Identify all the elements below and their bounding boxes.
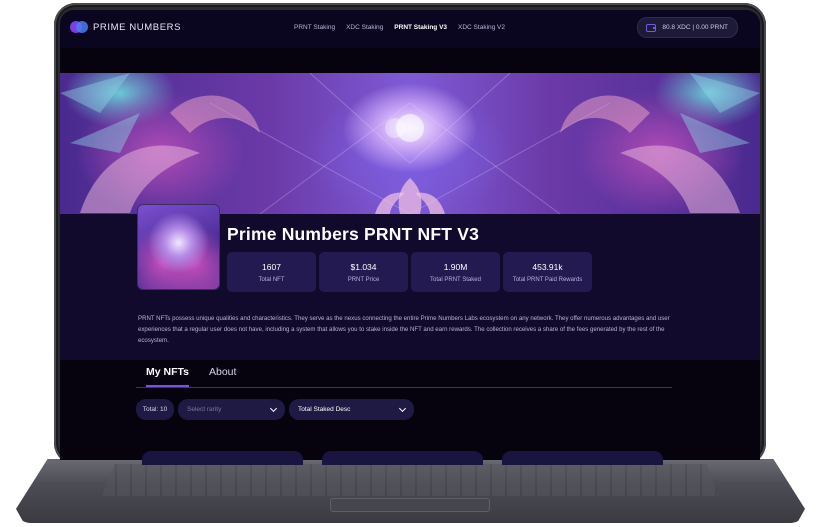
- stat-label: Total NFT: [258, 276, 285, 283]
- collection-stats: 1607 Total NFT $1.034 PRNT Price 1.90M T…: [227, 252, 592, 292]
- stat-total-nft: 1607 Total NFT: [227, 252, 316, 292]
- collection-description: PRNT NFTs possess unique qualities and c…: [138, 315, 670, 344]
- laptop-keyboard: [102, 464, 719, 496]
- chevron-down-icon: [269, 404, 278, 412]
- collection-title: Prime Numbers PRNT NFT V3: [227, 224, 479, 244]
- wallet-button[interactable]: 80.8 XDC | 0.00 PRNT: [637, 17, 738, 38]
- wallet-balance: 80.8 XDC | 0.00 PRNT: [662, 24, 728, 31]
- stat-value: 1607: [262, 261, 281, 272]
- stat-paid-rewards: 453.91k Total PRNT Paid Rewards: [503, 252, 592, 292]
- nav-prnt-staking-v3[interactable]: PRNT Staking V3: [394, 24, 447, 31]
- nft-card[interactable]: [322, 451, 483, 465]
- stat-prnt-price: $1.034 PRNT Price: [319, 252, 408, 292]
- tab-my-nfts[interactable]: My NFTs: [146, 366, 189, 387]
- stat-value: 1.90M: [443, 261, 468, 272]
- nav-xdc-staking-v2[interactable]: XDC Staking V2: [458, 24, 505, 31]
- stat-label: PRNT Price: [347, 276, 380, 283]
- nav-prnt-staking[interactable]: PRNT Staking: [294, 24, 335, 31]
- sort-select-value: Total Staked Desc: [298, 406, 351, 413]
- filter-bar: Total: 10 Select rarity Total Staked Des…: [136, 399, 414, 420]
- nav-xdc-staking[interactable]: XDC Staking: [346, 24, 383, 31]
- collection-tabs: My NFTs About: [146, 366, 236, 387]
- sort-select[interactable]: Total Staked Desc: [289, 399, 414, 420]
- nft-card[interactable]: [502, 451, 663, 465]
- rarity-select[interactable]: Select rarity: [178, 399, 285, 420]
- nft-card[interactable]: [142, 451, 303, 465]
- prime-numbers-logo-icon: [70, 21, 88, 33]
- rarity-select-placeholder: Select rarity: [187, 406, 222, 413]
- collection-thumbnail: [137, 204, 220, 290]
- wallet-icon: [646, 23, 657, 32]
- brand-logo[interactable]: PRIME NUMBERS: [70, 21, 181, 33]
- stat-total-staked: 1.90M Total PRNT Staked: [411, 252, 500, 292]
- brand-name: PRIME NUMBERS: [93, 21, 182, 33]
- main-nav: PRNT Staking XDC Staking PRNT Staking V3…: [294, 24, 505, 31]
- nft-card-grid: [142, 451, 663, 465]
- tab-about[interactable]: About: [209, 366, 236, 387]
- stat-label: Total PRNT Staked: [430, 276, 481, 283]
- laptop-trackpad: [330, 498, 490, 512]
- total-count-badge: Total: 10: [136, 399, 174, 420]
- stat-label: Total PRNT Paid Rewards: [512, 276, 583, 283]
- stat-value: 453.91k: [532, 261, 563, 272]
- collection-banner: [60, 73, 760, 214]
- top-navbar: PRIME NUMBERS PRNT Staking XDC Staking P…: [60, 10, 760, 48]
- tabs-divider: [136, 387, 672, 388]
- stat-value: $1.034: [350, 261, 377, 272]
- banner-artwork: [60, 73, 760, 214]
- chevron-down-icon: [398, 404, 407, 412]
